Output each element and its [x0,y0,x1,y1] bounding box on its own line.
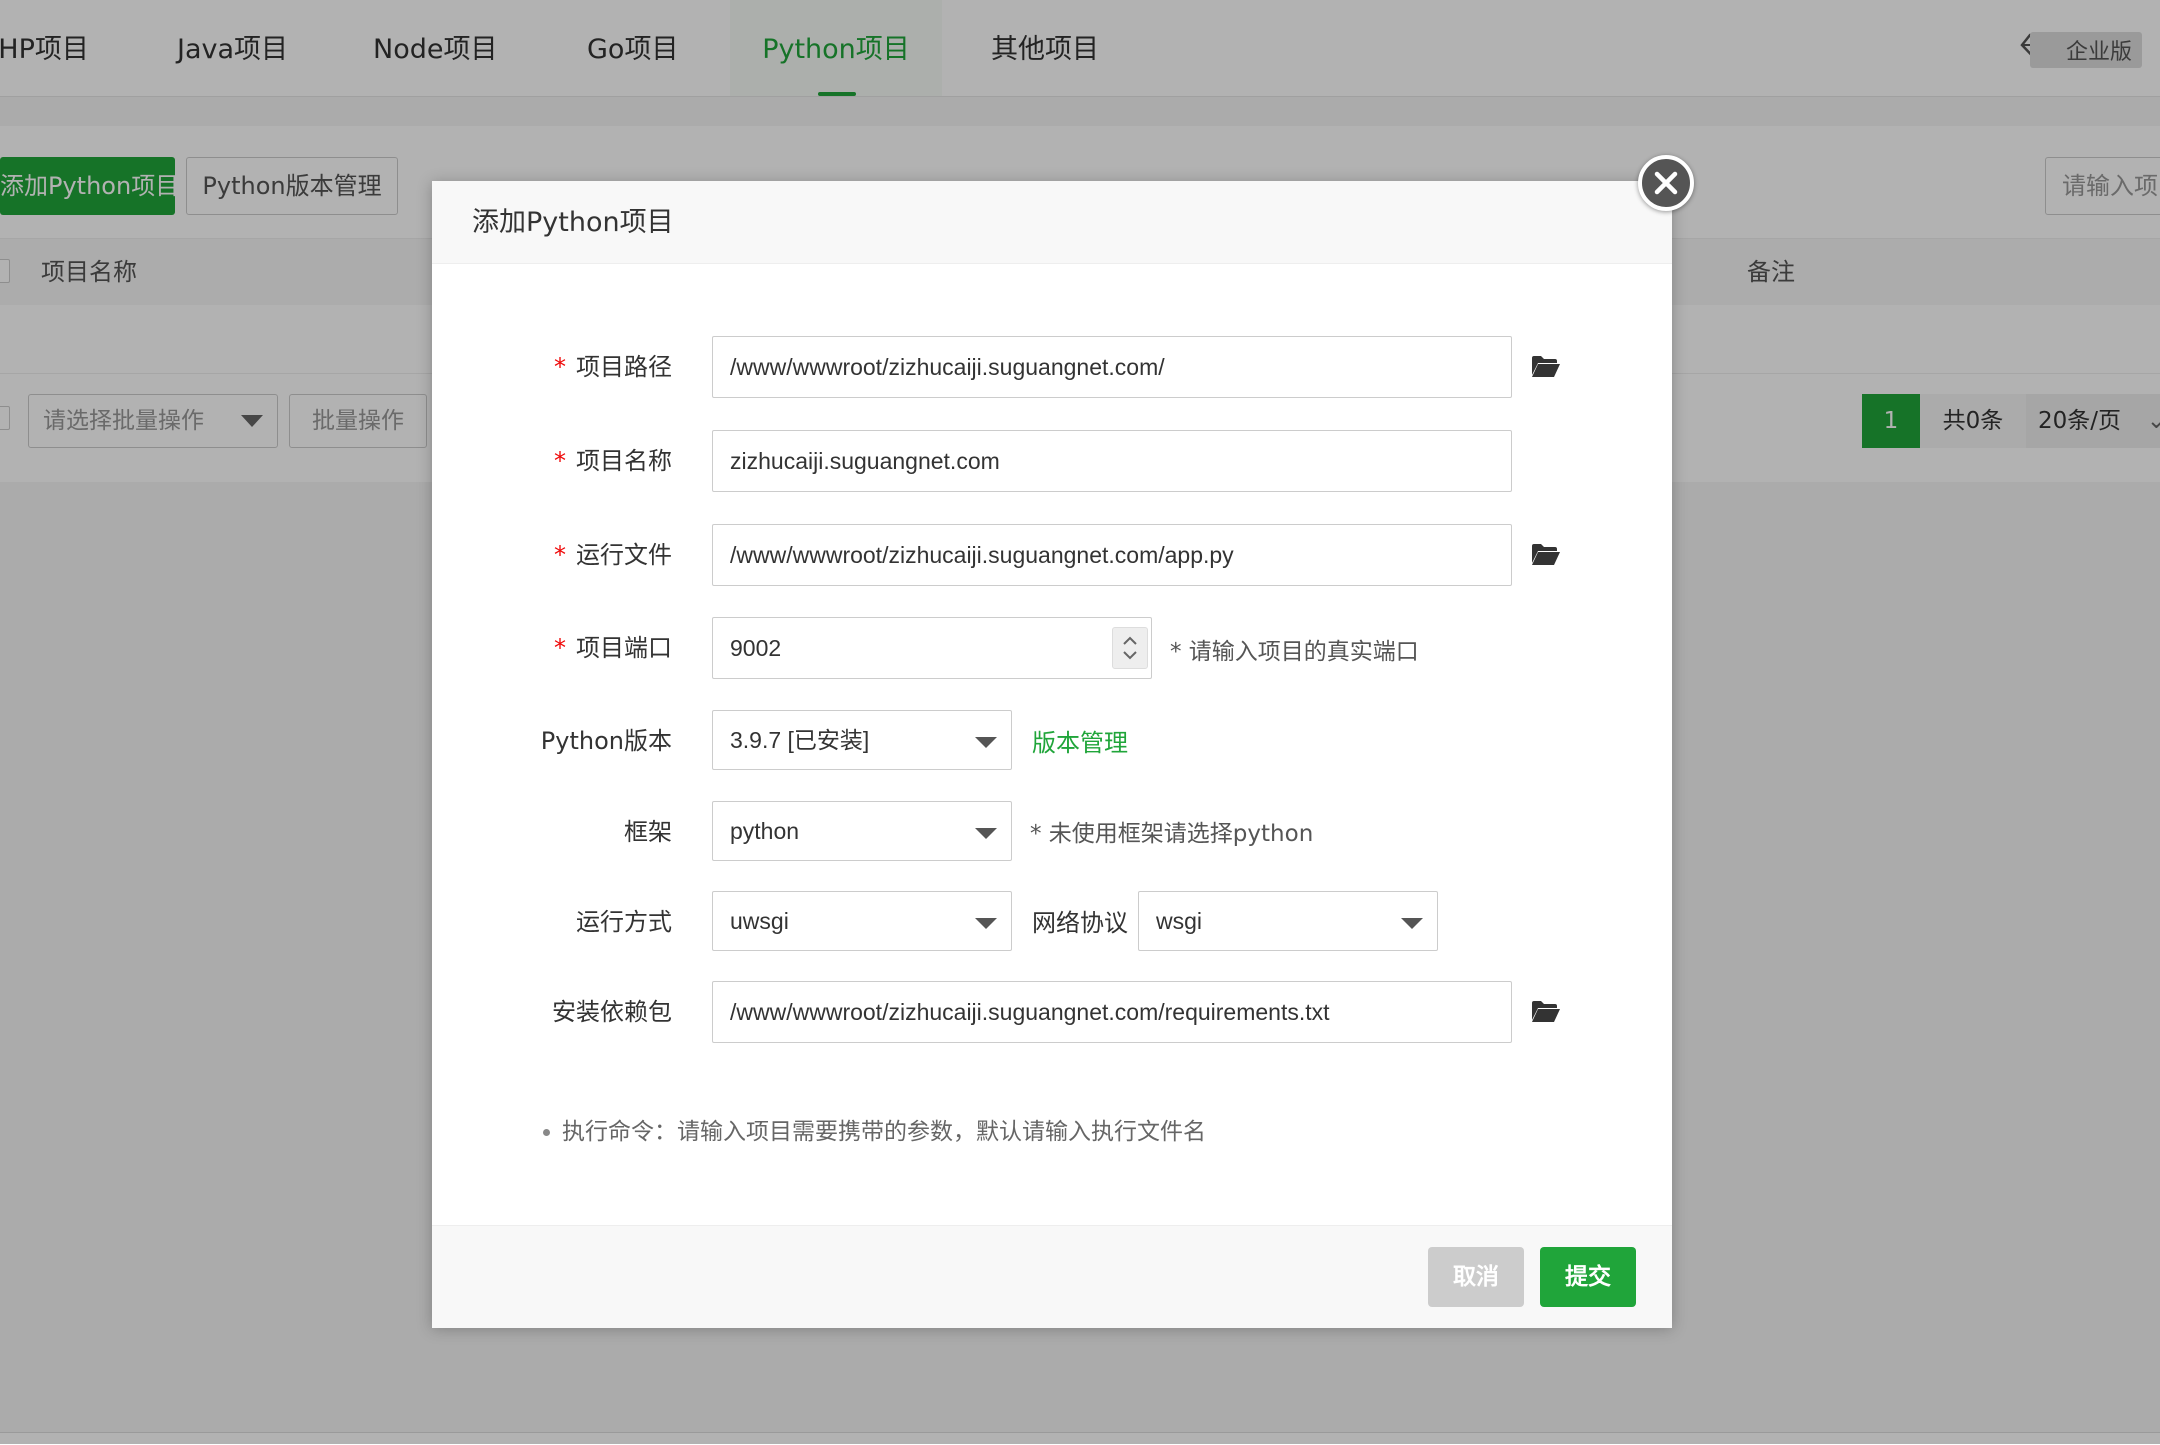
protocol-label: 网络协议 [1032,909,1128,937]
dialog-header: 添加Python项目 [432,181,1672,264]
port-hint: * 请输入项目的真实端口 [1170,639,1419,665]
port-stepper[interactable] [1112,627,1148,669]
python-version-value: 3.9.7 [已安装] [730,727,870,753]
framework-label: 框架 [624,818,672,846]
run-mode-label: 运行方式 [576,908,672,936]
python-version-select[interactable]: 3.9.7 [已安装] [712,710,1012,770]
project-name-label: * 项目名称 [554,447,672,475]
caret-down-icon [975,828,997,839]
folder-open-icon[interactable] [1531,542,1561,566]
run-file-label: * 运行文件 [554,541,672,569]
close-icon [1654,171,1678,195]
folder-open-icon[interactable] [1531,354,1561,378]
folder-open-icon[interactable] [1531,999,1561,1023]
project-name-input[interactable]: zizhucaiji.suguangnet.com [712,430,1512,492]
caret-down-icon [975,737,997,748]
project-port-input[interactable]: 9002 [712,617,1152,679]
exec-command-note: 执行命令：请输入项目需要携带的参数，默认请输入执行文件名 [543,1112,1206,1146]
run-mode-value: uwsgi [730,908,789,934]
run-mode-select[interactable]: uwsgi [712,891,1012,951]
project-path-input[interactable]: /www/wwwroot/zizhucaiji.suguangnet.com/ [712,336,1512,398]
version-manage-link[interactable]: 版本管理 [1032,723,1128,758]
caret-down-icon [1401,918,1423,929]
project-port-label: * 项目端口 [554,634,672,662]
dialog-title: 添加Python项目 [472,207,674,238]
requirements-label: 安装依赖包 [552,998,672,1026]
run-file-input[interactable]: /www/wwwroot/zizhucaiji.suguangnet.com/a… [712,524,1512,586]
project-port-value: 9002 [730,635,782,661]
project-path-label: * 项目路径 [554,353,672,381]
stepper-arrows-icon [1123,636,1137,660]
bullet-dot [543,1129,550,1136]
requirements-input[interactable]: /www/wwwroot/zizhucaiji.suguangnet.com/r… [712,981,1512,1043]
protocol-value: wsgi [1156,908,1203,934]
framework-hint: * 未使用框架请选择python [1030,821,1314,847]
caret-down-icon [975,918,997,929]
framework-value: python [730,818,800,844]
framework-select[interactable]: python [712,801,1012,861]
cancel-button[interactable]: 取消 [1428,1247,1524,1307]
close-dialog-button[interactable] [1638,155,1694,211]
python-version-label: Python版本 [540,727,672,755]
protocol-select[interactable]: wsgi [1138,891,1438,951]
submit-button[interactable]: 提交 [1540,1247,1636,1307]
